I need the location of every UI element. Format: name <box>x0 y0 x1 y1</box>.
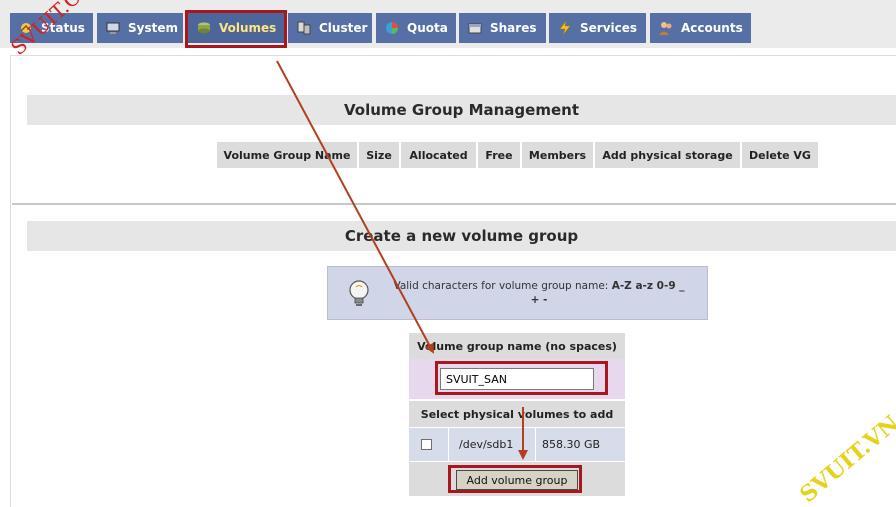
pv-size: 858.30 GB <box>542 438 601 451</box>
submit-row: Add volume group <box>409 462 625 496</box>
col-add-physical-storage: Add physical storage <box>595 142 740 168</box>
col-volume-group-name: Volume Group Name <box>217 142 357 168</box>
tab-label: Volumes <box>219 21 277 35</box>
accounts-icon <box>659 22 672 35</box>
main-nav: Status System Volumes Cluster Quota Shar… <box>0 0 896 48</box>
cell-divider <box>535 428 536 461</box>
tab-label: Cluster <box>319 21 368 35</box>
col-delete-vg: Delete VG <box>742 142 818 168</box>
system-icon <box>106 22 120 34</box>
cell-divider <box>448 428 449 461</box>
tab-volumes[interactable]: Volumes <box>188 13 284 43</box>
tab-label: Services <box>580 21 638 35</box>
info-text: Valid characters for volume group name: … <box>384 279 694 307</box>
tab-label: Quota <box>407 21 448 35</box>
tab-system[interactable]: System <box>97 13 183 43</box>
info-box: Valid characters for volume group name: … <box>327 266 708 320</box>
add-volume-group-button[interactable]: Add volume group <box>456 470 578 490</box>
pv-select-label: Select physical volumes to add <box>409 401 625 427</box>
tab-cluster[interactable]: Cluster <box>288 13 372 43</box>
tab-label: Accounts <box>681 21 743 35</box>
info-valid-chars-2: + - <box>530 294 548 306</box>
volumes-icon <box>198 22 210 34</box>
tab-accounts[interactable]: Accounts <box>650 13 751 43</box>
create-vg-title: Create a new volume group <box>27 221 896 251</box>
info-valid-chars: A-Z a-z 0-9 _ <box>611 280 685 292</box>
tab-label: System <box>128 21 178 35</box>
cluster-icon <box>297 21 311 35</box>
info-prefix: Valid characters for volume group name: <box>393 280 612 292</box>
tab-shares[interactable]: Shares <box>459 13 546 43</box>
pv-checkbox[interactable] <box>421 439 432 450</box>
lightbulb-icon <box>349 280 369 306</box>
vg-name-label: Volume group name (no spaces) <box>409 333 625 359</box>
col-free: Free <box>478 142 520 168</box>
col-size: Size <box>359 142 399 168</box>
vg-name-row <box>409 359 625 399</box>
services-icon <box>559 20 571 36</box>
tab-label: Shares <box>490 21 537 35</box>
tab-quota[interactable]: Quota <box>376 13 456 43</box>
quota-icon <box>386 22 398 34</box>
section-divider <box>12 203 896 205</box>
tab-services[interactable]: Services <box>549 13 646 43</box>
col-members: Members <box>522 142 593 168</box>
vg-management-title: Volume Group Management <box>27 95 896 125</box>
vg-name-input[interactable] <box>440 368 594 390</box>
col-allocated: Allocated <box>401 142 476 168</box>
pv-device: /dev/sdb1 <box>459 438 514 451</box>
pv-row: /dev/sdb1 858.30 GB <box>409 428 625 461</box>
shares-icon <box>468 23 482 34</box>
